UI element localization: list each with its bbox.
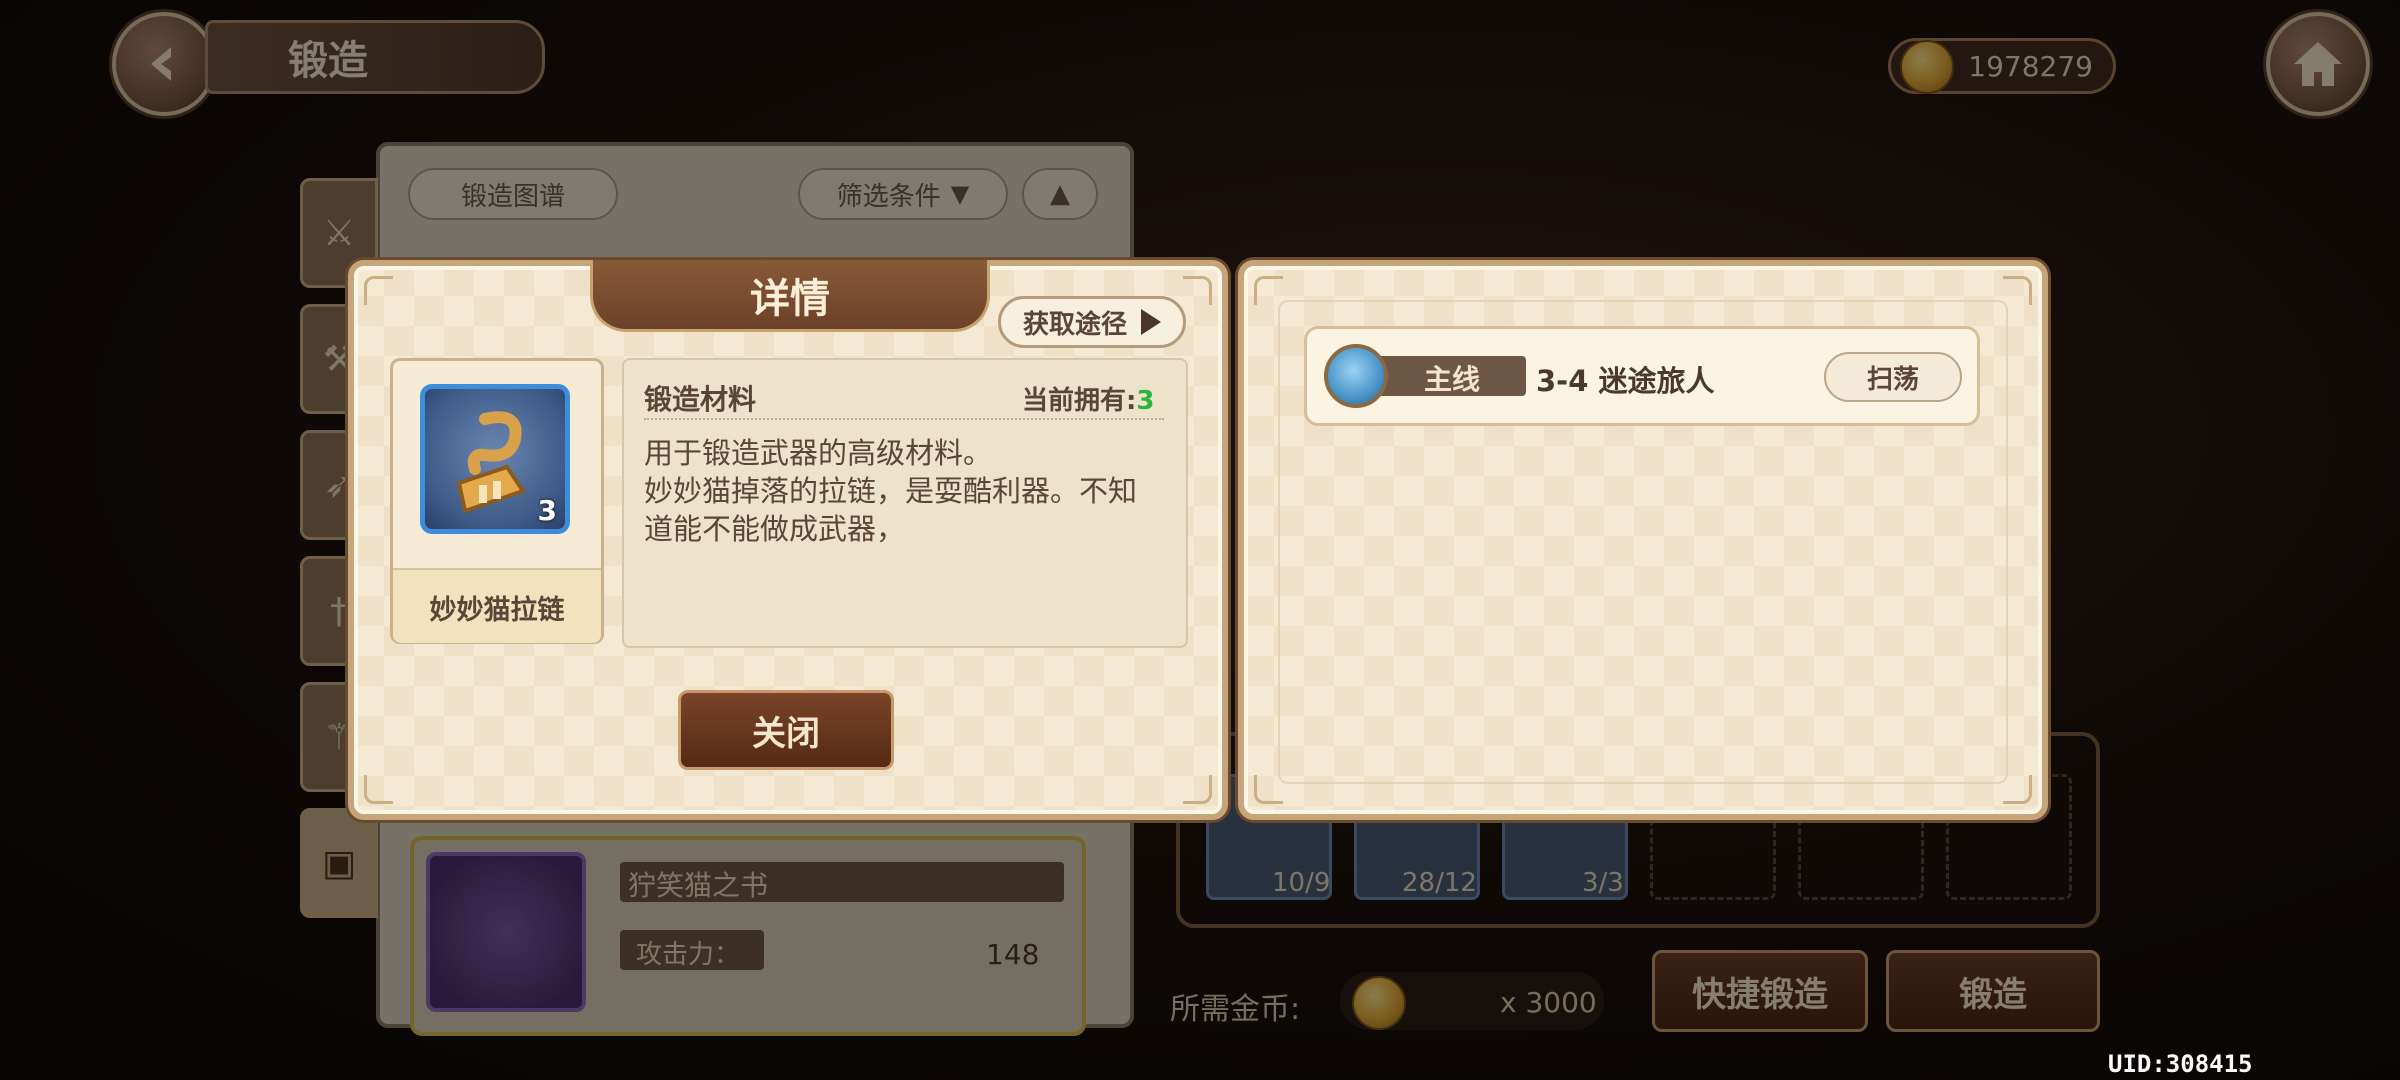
description-divider <box>644 418 1164 420</box>
item-name: 妙妙猫拉链 <box>429 595 565 626</box>
frame-corner-tr <box>1183 276 1212 305</box>
close-button[interactable]: 关闭 <box>678 690 894 770</box>
item-description: 用于锻造武器的高级材料。 妙妙猫掉落的拉链，是耍酷利器。不知道能不能做成武器， <box>644 436 1138 546</box>
detail-title: 详情 <box>590 260 990 332</box>
frame-corner-tl <box>1254 276 1283 305</box>
acquire-source-button[interactable]: 获取途径 <box>998 296 1186 348</box>
frame-corner-tr <box>2003 276 2032 305</box>
frame-corner-br <box>1183 775 1212 804</box>
owned-count: 当前拥有:3 <box>1022 380 1155 417</box>
source-tag: 主线 <box>1424 363 1481 396</box>
uid-label: UID:308415 <box>2108 1050 2253 1078</box>
play-arrow-icon <box>1141 309 1161 335</box>
item-stack-count: 3 <box>537 494 557 527</box>
item-category: 锻造材料 <box>644 383 757 416</box>
owned-value: 3 <box>1136 386 1155 416</box>
owned-label: 当前拥有: <box>1022 386 1137 416</box>
frame-corner-bl <box>364 775 393 804</box>
sweep-button[interactable]: 扫荡 <box>1824 352 1962 402</box>
frame-corner-tl <box>364 276 393 305</box>
slime-icon <box>1324 344 1388 408</box>
source-stage: 3-4 迷途旅人 <box>1536 364 1715 398</box>
zipper-item-icon: 3 <box>420 384 570 534</box>
frame-corner-br <box>2003 775 2032 804</box>
